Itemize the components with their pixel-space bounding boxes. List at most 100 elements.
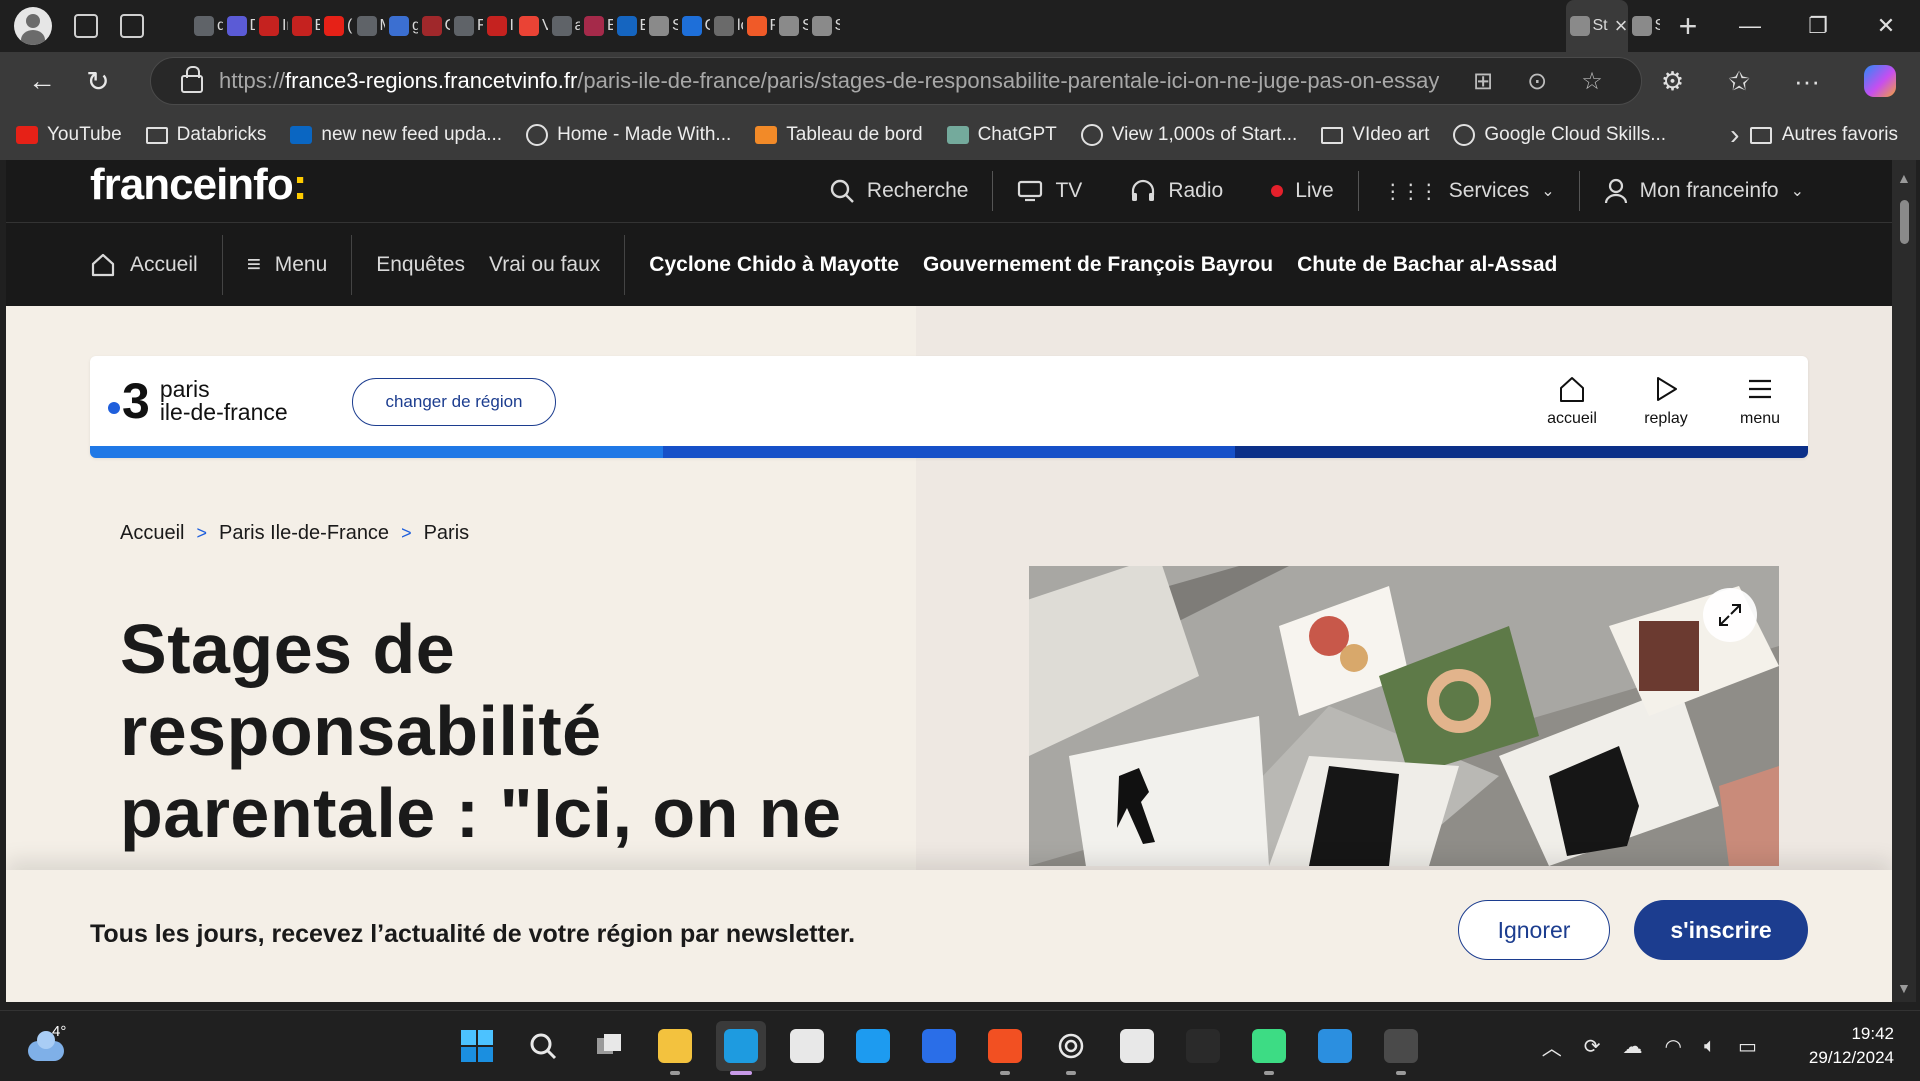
tab[interactable]: Pa xyxy=(743,0,775,52)
tab[interactable]: (8 xyxy=(320,0,353,52)
tab[interactable]: D xyxy=(223,0,255,52)
scroll-up-icon[interactable]: ▲ xyxy=(1897,170,1911,186)
tab[interactable]: ai xyxy=(548,0,580,52)
bookmark-item[interactable]: Google Cloud Skills... xyxy=(1453,124,1666,146)
live-link[interactable]: Live xyxy=(1247,171,1358,211)
tab[interactable]: G xyxy=(678,0,710,52)
bookmark-item[interactable]: VIdeo art xyxy=(1321,124,1429,146)
region-accueil-button[interactable]: accueil xyxy=(1542,374,1602,428)
scroll-down-icon[interactable]: ▼ xyxy=(1897,980,1911,996)
capcut-taskbar-button[interactable] xyxy=(1178,1021,1228,1071)
scrollbar-thumb[interactable] xyxy=(1900,200,1909,244)
tab[interactable]: gi xyxy=(385,0,418,52)
sync-icon[interactable]: ⟳ xyxy=(1584,1034,1601,1059)
tab[interactable]: In xyxy=(483,0,515,52)
clock[interactable]: 19:42 29/12/2024 xyxy=(1809,1022,1894,1070)
brave-taskbar-button[interactable] xyxy=(980,1021,1030,1075)
workspaces-icon[interactable] xyxy=(74,14,98,38)
new-tab-button[interactable]: + xyxy=(1660,8,1716,45)
app-ring-taskbar-button[interactable] xyxy=(1112,1021,1162,1071)
favorite-star-icon[interactable]: ☆ xyxy=(1581,67,1603,96)
tab[interactable]: Fi xyxy=(450,0,483,52)
tab[interactable]: Bo xyxy=(288,0,320,52)
start-taskbar-button[interactable] xyxy=(452,1021,502,1071)
bookmark-item[interactable]: View 1,000s of Start... xyxy=(1080,124,1297,146)
tab[interactable]: M xyxy=(353,0,385,52)
article-hero-image[interactable] xyxy=(1029,566,1779,866)
topic-link-cyclone[interactable]: Cyclone Chido à Mayotte xyxy=(625,235,911,295)
file-explorer-taskbar-button[interactable] xyxy=(650,1021,700,1075)
france3-region-logo[interactable]: 3 paris ile-de-france xyxy=(108,376,288,426)
region-menu-button[interactable]: menu xyxy=(1730,374,1790,428)
franceinfo-logo[interactable]: franceinfo: xyxy=(90,160,307,210)
topic-link-assad[interactable]: Chute de Bachar al-Assad xyxy=(1285,235,1569,295)
onedrive-icon[interactable]: ☁ xyxy=(1623,1034,1643,1059)
bookmark-item[interactable]: Databricks xyxy=(145,124,266,146)
other-bookmarks[interactable]: Autres favoris xyxy=(1749,110,1898,160)
chevron-up-icon[interactable]: ︿ xyxy=(1542,1032,1562,1061)
more-options-icon[interactable]: ··· xyxy=(1794,66,1820,97)
menu-link[interactable]: ≡ Menu xyxy=(223,235,352,295)
tab[interactable]: In xyxy=(255,0,288,52)
bookmark-item[interactable]: new new feed upda... xyxy=(290,124,502,146)
account-dropdown[interactable]: Mon franceinfo ⌄ xyxy=(1580,171,1828,211)
topic-link-gouvernement[interactable]: Gouvernement de François Bayrou xyxy=(911,235,1285,295)
edge-taskbar-button[interactable] xyxy=(716,1021,766,1075)
services-dropdown[interactable]: ⋮⋮⋮ Services ⌄ xyxy=(1359,171,1579,211)
close-icon[interactable]: ✕ xyxy=(1852,13,1920,39)
change-region-button[interactable]: changer de région xyxy=(352,378,556,426)
minimize-icon[interactable]: — xyxy=(1716,13,1784,39)
search-link[interactable]: Recherche xyxy=(805,171,993,211)
reload-button[interactable]: ↻ xyxy=(70,65,126,98)
page-scrollbar[interactable]: ▲ ▼ xyxy=(1892,160,1916,1002)
tab[interactable]: Sc xyxy=(775,0,808,52)
twitter-taskbar-button[interactable] xyxy=(848,1021,898,1071)
battery-icon[interactable]: ▭ xyxy=(1738,1034,1757,1059)
tab-close-icon[interactable]: × xyxy=(1615,13,1628,39)
favorites-icon[interactable]: ✩ xyxy=(1728,66,1750,97)
breadcrumb-item[interactable]: Accueil xyxy=(120,522,184,545)
tab-actions-icon[interactable] xyxy=(120,14,144,38)
tab[interactable]: Ex xyxy=(613,0,645,52)
app-available-icon[interactable]: ⊞ xyxy=(1473,67,1493,96)
bookmarks-overflow-chevron-icon[interactable]: › xyxy=(1730,119,1739,151)
tab[interactable]: Sc xyxy=(808,0,840,52)
enquetes-link[interactable]: Enquêtes xyxy=(352,235,489,295)
bookmark-item[interactable]: YouTube xyxy=(16,124,122,146)
terminal-taskbar-button[interactable] xyxy=(1376,1021,1426,1075)
bookmark-item[interactable]: ChatGPT xyxy=(946,124,1057,146)
region-replay-button[interactable]: replay xyxy=(1636,374,1696,428)
volume-icon[interactable]: 🔈︎ xyxy=(1704,1035,1716,1058)
breadcrumb-item[interactable]: Paris Ile-de-France xyxy=(219,522,389,545)
chatgpt-taskbar-button[interactable] xyxy=(1046,1021,1096,1075)
tab[interactable]: G xyxy=(418,0,450,52)
vrai-ou-faux-link[interactable]: Vrai ou faux xyxy=(489,235,624,295)
tab[interactable]: de xyxy=(190,0,223,52)
url-text[interactable]: https://france3-regions.francetvinfo.fr/… xyxy=(219,68,1439,94)
tab-active[interactable]: St × xyxy=(1565,0,1628,52)
tab[interactable]: V xyxy=(515,0,548,52)
wifi-icon[interactable]: ◠ xyxy=(1665,1034,1682,1059)
expand-image-button[interactable] xyxy=(1703,588,1757,642)
bookmark-item[interactable]: Tableau de bord xyxy=(755,124,923,146)
tab[interactable]: Ec xyxy=(580,0,613,52)
reading-mode-icon[interactable]: ⊙ xyxy=(1527,67,1547,96)
store-taskbar-button[interactable] xyxy=(782,1021,832,1071)
tv-link[interactable]: TV xyxy=(993,171,1106,211)
tab[interactable]: lo xyxy=(710,0,743,52)
ignore-button[interactable]: Ignorer xyxy=(1458,900,1610,960)
android-studio-taskbar-button[interactable] xyxy=(1244,1021,1294,1075)
bookmark-item[interactable]: Home - Made With... xyxy=(526,124,731,146)
restore-icon[interactable]: ❐ xyxy=(1784,13,1852,39)
breadcrumb-item[interactable]: Paris xyxy=(424,522,470,545)
lock-icon[interactable] xyxy=(181,66,203,93)
radio-link[interactable]: Radio xyxy=(1106,171,1247,211)
task-view-taskbar-button[interactable] xyxy=(584,1021,634,1071)
subscribe-button[interactable]: s'inscrire xyxy=(1634,900,1808,960)
todo-taskbar-button[interactable] xyxy=(914,1021,964,1071)
address-bar[interactable]: https://france3-regions.francetvinfo.fr/… xyxy=(150,57,1642,105)
extensions-icon[interactable]: ⚙ xyxy=(1661,66,1684,97)
back-button[interactable]: ← xyxy=(14,65,70,97)
tab[interactable]: Sc xyxy=(1628,0,1660,52)
home-link[interactable]: Accueil xyxy=(90,235,222,295)
